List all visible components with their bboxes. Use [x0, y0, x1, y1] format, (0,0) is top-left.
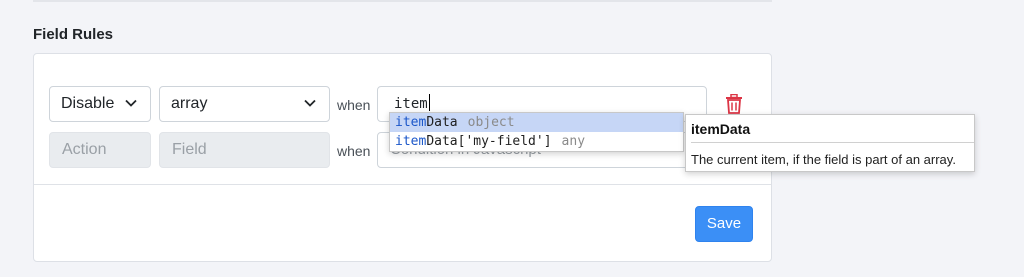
new-field-select[interactable]: Field [159, 132, 330, 168]
autocomplete-item[interactable]: itemData['my-field'] any [390, 132, 683, 151]
condition-input-value: item [394, 96, 428, 112]
suggestion-rest: Data['my-field'] [426, 134, 552, 149]
new-action-select[interactable]: Action [49, 132, 151, 168]
text-caret [428, 94, 430, 111]
card-divider [34, 184, 771, 185]
field-rules-card: Disable array when item Action Field whe… [33, 53, 772, 262]
chevron-down-icon [125, 99, 137, 107]
suggestion-match: item [395, 115, 427, 130]
field-select-value: array [171, 95, 208, 112]
section-title: Field Rules [33, 26, 114, 43]
autocomplete-item[interactable]: itemData object [390, 113, 683, 132]
suggestion-detail-description: The current item, if the field is part o… [691, 152, 956, 167]
when-label: when [337, 97, 371, 113]
suggestion-rest: Data [426, 115, 458, 130]
chevron-down-icon [304, 99, 316, 107]
autocomplete-list: itemData object itemData['my-field'] any [389, 112, 684, 152]
trash-icon[interactable] [725, 94, 743, 114]
new-field-placeholder: Field [172, 141, 207, 158]
when-label: when [337, 143, 371, 159]
suggestion-detail-title: itemData [691, 121, 751, 137]
suggestion-type: object [467, 115, 515, 130]
top-divider [33, 0, 772, 2]
suggestion-match: item [395, 134, 427, 149]
suggestion-detail-tooltip: itemData The current item, if the field … [685, 114, 975, 172]
action-select-value: Disable [61, 95, 115, 112]
suggestion-type: any [561, 134, 586, 149]
action-select[interactable]: Disable [49, 86, 151, 122]
field-select[interactable]: array [159, 86, 330, 122]
new-action-placeholder: Action [62, 141, 107, 158]
save-button[interactable]: Save [695, 206, 753, 242]
